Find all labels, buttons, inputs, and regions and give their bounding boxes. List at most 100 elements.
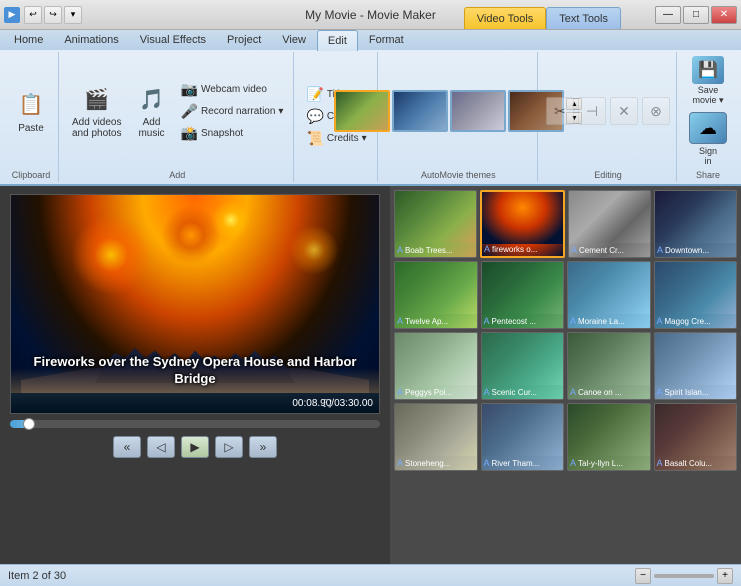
clip-boab-trees[interactable]: A Boab Trees... [394,190,477,258]
clip-peggys-label: A Peggys Poi... [397,387,475,397]
firework-4 [211,200,251,240]
video-preview: Fireworks over the Sydney Opera House an… [10,194,380,414]
clip-spirit-thumbnail [655,333,737,385]
tab-edit[interactable]: Edit [317,30,358,51]
webcam-label: Webcam video [201,84,267,95]
theme-1[interactable] [334,90,390,132]
add-videos-button[interactable]: 🎬 Add videos and photos [67,80,127,142]
quick-access-menu-button[interactable]: ▾ [64,6,82,24]
remove-button[interactable]: ⊗ [642,97,670,125]
clip-thames-text: River Tham... [492,459,540,468]
clip-basalt-label: A Basalt Colu... [657,458,735,468]
clip-magog-creek[interactable]: A Magog Cre... [654,261,738,329]
clip-twelve-apostles[interactable]: A Twelve Ap... [394,261,478,329]
clip-scenic-text: Scenic Cur... [492,388,537,397]
clip-twelve-label: A Twelve Ap... [397,316,475,326]
seek-bar[interactable] [10,420,380,428]
clip-river-thames[interactable]: A River Tham... [481,403,565,471]
storyboard-scroll[interactable]: A Boab Trees... A fireworks o... A Cem [390,186,741,564]
clip-icon: A [397,245,403,255]
clip-canoe-thumbnail [568,333,650,385]
rewind-button[interactable]: « [113,436,141,458]
clip-canoe-label: A Canoe on ... [570,387,648,397]
tab-format[interactable]: Format [359,30,414,50]
quick-access-toolbar: ↩ ↪ ▾ [24,6,82,24]
app-icon: ▶ [4,7,20,23]
clip-moraine-lake[interactable]: A Moraine La... [567,261,651,329]
play-button[interactable]: ▶ [181,436,209,458]
clip-basalt-text: Basalt Colu... [665,459,713,468]
record-narration-button[interactable]: 🎤 Record narration ▾ [177,101,288,122]
clip-cement-label: A Cement Cr... [571,245,648,255]
tab-home[interactable]: Home [4,30,53,50]
snapshot-button[interactable]: 📸 Snapshot [177,123,288,144]
zoom-slider[interactable] [654,574,714,578]
close-button[interactable]: ✕ [711,6,737,24]
clip-scenic-curt[interactable]: A Scenic Cur... [481,332,565,400]
clip-basalt-columns[interactable]: A Basalt Colu... [654,403,738,471]
undo-button[interactable]: ↩ [24,6,42,24]
delete-button[interactable]: ✕ [610,97,638,125]
tab-view[interactable]: View [272,30,316,50]
add-group-label: Add [169,170,185,180]
clip-thames-label: A River Tham... [484,458,562,468]
add-videos-icon: 🎬 [81,83,113,115]
ribbon: Home Animations Visual Effects Project V… [0,30,741,186]
clip-spirit-island[interactable]: A Spirit Islan... [654,332,738,400]
share-group-content: 💾 Savemovie ▾ ☁ Signin [685,54,731,168]
minimize-button[interactable]: — [655,6,681,24]
firework-1 [71,215,151,295]
clip-magog-label: A Magog Cre... [657,316,735,326]
clip-canoe-text: Canoe on ... [578,388,622,397]
add-music-label: Add music [138,117,164,139]
video-tools-tab[interactable]: Video Tools [464,7,546,29]
record-dropdown-icon: ▾ [278,106,283,117]
clip-icon: A [657,458,663,468]
clip-fireworks[interactable]: A fireworks o... [480,190,565,258]
redo-button[interactable]: ↪ [44,6,62,24]
zoom-in-button[interactable]: + [717,568,733,584]
clip-icon: A [657,245,663,255]
clip-boab-trees-text: Boab Trees... [405,246,453,255]
theme-2[interactable] [392,90,448,132]
clip-pentecost[interactable]: A Pentecost ... [481,261,565,329]
clip-peggys-point[interactable]: A Peggys Poi... [394,332,478,400]
clip-peggys-text: Peggys Poi... [405,388,452,397]
step-back-button[interactable]: ◁ [147,436,175,458]
tab-visual-effects[interactable]: Visual Effects [130,30,216,50]
tab-project[interactable]: Project [217,30,271,50]
storyboard-row-1: A Boab Trees... A fireworks o... A Cem [394,190,737,258]
clip-canoe[interactable]: A Canoe on ... [567,332,651,400]
split-button[interactable]: ⊣ [578,97,606,125]
clip-downtown[interactable]: A Downtown... [654,190,737,258]
paste-button[interactable]: 📋 Paste [10,86,52,137]
trim-button[interactable]: ✂ [546,97,574,125]
fullscreen-button[interactable]: ⛶ [324,399,331,410]
add-music-icon: 🎵 [136,83,168,115]
control-buttons: « ◁ ▶ ▷ » [10,436,380,458]
clip-downtown-label: A Downtown... [657,245,734,255]
clip-boab-trees-thumbnail [395,191,476,243]
step-forward-button[interactable]: ▷ [215,436,243,458]
tab-animations[interactable]: Animations [54,30,128,50]
caption-icon: 💬 [306,108,323,125]
clip-scenic-thumbnail [482,333,564,385]
clip-tal-y-llyn[interactable]: A Tal-y-llyn L... [567,403,651,471]
zoom-out-button[interactable]: − [635,568,651,584]
maximize-button[interactable]: □ [683,6,709,24]
sign-in-button[interactable]: ☁ Signin [685,110,731,168]
clip-scenic-label: A Scenic Cur... [484,387,562,397]
caption-overlay: Fireworks over the Sydney Opera House an… [11,354,379,388]
contextual-tabs: Video Tools Text Tools [464,0,621,29]
clip-cement-thumbnail [569,191,650,243]
text-tools-tab[interactable]: Text Tools [546,7,621,29]
add-music-button[interactable]: 🎵 Add music [131,80,173,142]
clip-cement-cr[interactable]: A Cement Cr... [568,190,651,258]
webcam-button[interactable]: 📷 Webcam video [177,79,288,100]
clip-stonehenge[interactable]: A Stoneheng... [394,403,478,471]
theme-3[interactable] [450,90,506,132]
clip-magog-thumbnail [655,262,737,314]
clipboard-group-label: Clipboard [12,170,51,180]
save-movie-button[interactable]: 💾 Savemovie ▾ [688,54,728,108]
fast-forward-button[interactable]: » [249,436,277,458]
